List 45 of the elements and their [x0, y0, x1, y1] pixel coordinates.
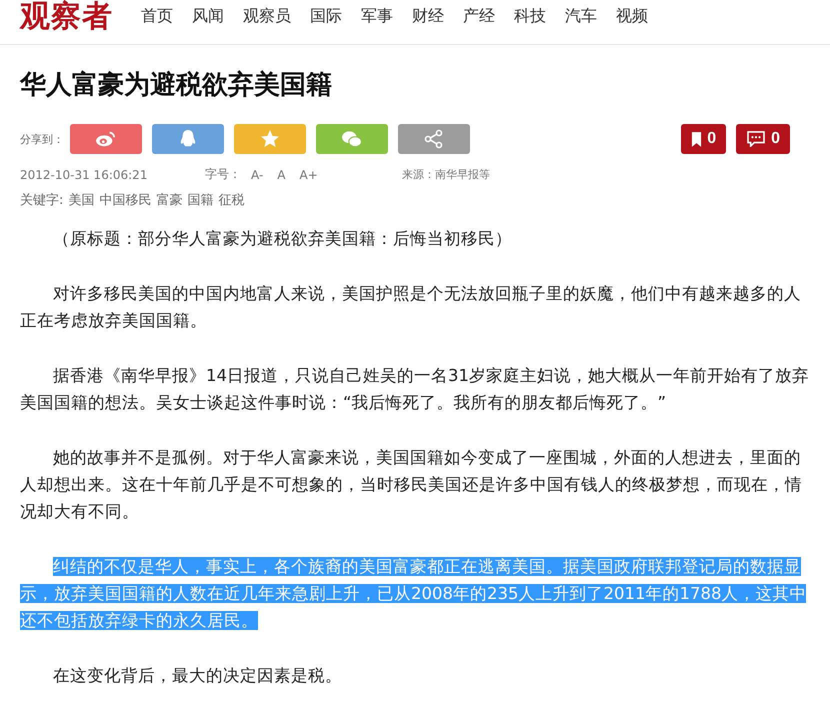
nav-link[interactable]: 风闻	[192, 6, 224, 26]
share-label: 分享到：	[20, 132, 64, 146]
nav-link[interactable]: 科技	[514, 6, 546, 26]
font-size-link[interactable]: A-	[251, 168, 264, 182]
keyword-link[interactable]: 富豪	[156, 191, 182, 209]
article-paragraph: 在这变化背后，最大的决定因素是税。	[52, 665, 343, 687]
keywords-label: 关键字:	[20, 192, 64, 209]
font-size-link[interactable]: A	[277, 168, 286, 182]
keyword-link[interactable]: 国籍	[187, 191, 214, 209]
nav-link[interactable]: 首页	[141, 6, 173, 26]
keyword-link[interactable]: 中国移民	[99, 191, 152, 209]
qzone-share-button[interactable]	[234, 124, 306, 154]
nav-link[interactable]: 视频	[616, 6, 648, 26]
weibo-share-button[interactable]	[70, 124, 142, 154]
keyword-link[interactable]: 美国	[68, 191, 94, 209]
nav-link[interactable]: 财经	[412, 6, 444, 26]
article-paragraph: 据香港《南华早报》14日报道，只说自己姓吴的一名31岁家庭主妇说，她大概从一年前开始有了放弃美国国籍的想法。吴女士谈起这件事时说：“我后悔死了。我所有的朋友都后悔死了。”	[20, 365, 810, 414]
comment-count-button[interactable]: 0	[736, 124, 790, 154]
keyword-link[interactable]: 征税	[218, 191, 244, 209]
font-size-label: 字号：	[205, 166, 241, 183]
qq-share-button[interactable]	[152, 124, 224, 154]
nav-link[interactable]: 国际	[310, 6, 342, 26]
chat-bubbles-icon	[341, 130, 363, 148]
share-icon	[424, 129, 444, 149]
article-paragraph: 对许多移民美国的中国内地富人来说，美国护照是个无法放回瓶子里的妖魔，他们中有越来越多的人正在考虑放弃美国国籍。	[20, 283, 802, 332]
more-share-button[interactable]	[398, 124, 470, 154]
font-size-link[interactable]: A+	[300, 168, 318, 182]
publish-date: 2012-10-31 16:06:21	[20, 168, 148, 182]
nav-link[interactable]: 观察员	[243, 6, 291, 26]
article-paragraph: （原标题：部分华人富豪为避税欲弃美国籍：后悔当初移民）	[52, 228, 513, 250]
star-icon	[260, 129, 280, 149]
article-title: 华人富豪为避税欲弃美国籍	[20, 69, 333, 102]
article-paragraph: 她的故事并不是孤例。对于华人富豪来说，美国国籍如今变成了一座围城，外面的人想进去，里面的人却想出来。这在十年前几乎是不可想象的，当时移民美国还是许多中国有钱人的终极梦想，而现在，情况却大有不同。	[20, 447, 803, 523]
penguin-icon	[179, 129, 197, 149]
bookmark-icon	[691, 132, 702, 146]
wechat-share-button[interactable]	[316, 124, 388, 154]
comment-icon	[746, 131, 766, 147]
bookmark-count-button[interactable]: 0	[681, 124, 726, 154]
nav-link[interactable]: 汽车	[565, 6, 597, 26]
nav-link[interactable]: 产经	[463, 6, 495, 26]
article-paragraph: 纠结的不仅是华人，事实上，各个族裔的美国富豪都正在逃离美国。据美国政府联邦登记局的数据显示，放弃美国国籍的人数在近几年来急剧上升，已从2008年的235人上升到了2011年的1788人，这其中还不包括放弃绿卡的永久居民。	[20, 556, 808, 632]
weibo-icon	[95, 130, 117, 148]
article-source: 来源：南华早报等	[402, 167, 490, 182]
site-logo[interactable]: 观察者	[20, 0, 113, 34]
nav-link[interactable]: 军事	[361, 6, 393, 26]
